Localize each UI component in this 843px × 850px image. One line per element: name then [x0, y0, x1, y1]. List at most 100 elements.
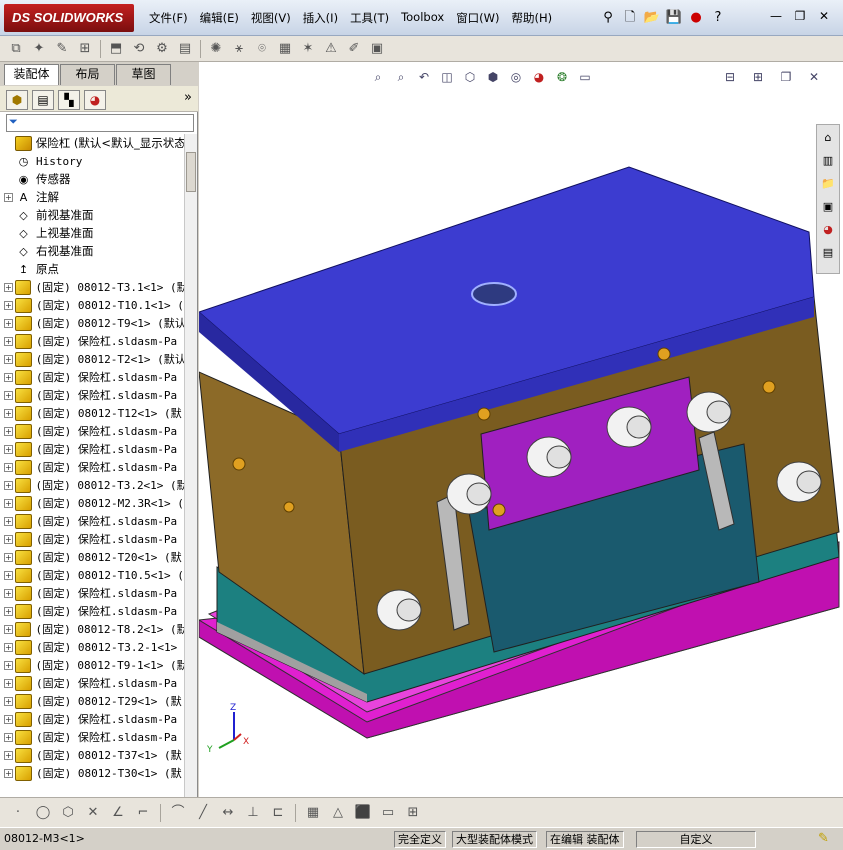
expand-icon[interactable]: +	[4, 300, 13, 310]
chevron-right-icon[interactable]: »	[184, 90, 192, 105]
tree-item[interactable]: ◇ 右视基准面	[0, 242, 184, 260]
offset-icon[interactable]: ⊏	[268, 803, 288, 823]
expand-icon[interactable]: +	[4, 192, 13, 202]
save-icon[interactable]: 💾	[664, 8, 684, 28]
menu-item-7[interactable]: 帮助(H)	[507, 9, 558, 27]
angle-icon[interactable]: ∠	[108, 803, 128, 823]
tree-item[interactable]: + (固定) 保险杠.sldasm-Pa	[0, 440, 184, 458]
smart-fastener-icon[interactable]: ⚙	[152, 39, 172, 59]
exploded-view-icon[interactable]: ✶	[298, 39, 318, 59]
menu-item-6[interactable]: 窗口(W)	[451, 9, 504, 27]
new-document-icon[interactable]: 🗋	[620, 8, 640, 28]
expand-icon[interactable]: +	[4, 750, 13, 760]
tree-item[interactable]: + (固定) 08012-T3.1<1> (默	[0, 278, 184, 296]
polygon-icon[interactable]: ⬡	[58, 803, 78, 823]
tab-1[interactable]: 布局	[60, 64, 115, 85]
mold-assembly-model[interactable]: Z Y X	[199, 62, 843, 797]
reference-geometry-icon[interactable]: ⚹	[229, 39, 249, 59]
solidworks-logo[interactable]: DS SOLIDWORKS	[4, 4, 134, 32]
expand-icon[interactable]: +	[4, 336, 13, 346]
tree-item[interactable]: + (固定) 08012-T8.2<1> (默	[0, 620, 184, 638]
tab-0[interactable]: 装配体	[4, 64, 59, 85]
instant3d-icon[interactable]: ✐	[344, 39, 364, 59]
triangle-icon[interactable]: △	[328, 803, 348, 823]
tree-item[interactable]: + (固定) 保险杠.sldasm-Pa	[0, 728, 184, 746]
tree-filter-box[interactable]: ⏷	[6, 114, 194, 132]
expand-icon[interactable]: +	[4, 732, 13, 742]
status-custom-units[interactable]: 自定义	[636, 831, 756, 848]
tree-item[interactable]: + (固定) 保险杠.sldasm-Pa	[0, 710, 184, 728]
expand-icon[interactable]: +	[4, 498, 13, 508]
expand-icon[interactable]: +	[4, 552, 13, 562]
tree-item[interactable]: + (固定) 08012-T20<1> (默	[0, 548, 184, 566]
locating-ring[interactable]	[471, 282, 517, 306]
new-part-icon[interactable]: ✦	[29, 39, 49, 59]
tree-item[interactable]: + (固定) 08012-T10.1<1> (	[0, 296, 184, 314]
relation-icon[interactable]: ⊥	[243, 803, 263, 823]
assembly-features-icon[interactable]: ✺	[206, 39, 226, 59]
mate-icon[interactable]: ⊞	[75, 39, 95, 59]
tree-item[interactable]: + (固定) 保险杠.sldasm-Pa	[0, 512, 184, 530]
expand-icon[interactable]: +	[4, 606, 13, 616]
scrollbar-thumb[interactable]	[186, 152, 196, 192]
move-component-icon[interactable]: ⟲	[129, 39, 149, 59]
configuration-manager-icon[interactable]: ▚	[58, 90, 80, 110]
rebuild-icon[interactable]: ✎	[818, 831, 829, 846]
display-manager-icon[interactable]: ◕	[84, 90, 106, 110]
tree-item[interactable]: + (固定) 保险杠.sldasm-Pa	[0, 422, 184, 440]
tree-item[interactable]: ◷ History	[0, 152, 184, 170]
appearances-icon[interactable]: ◕	[818, 220, 838, 240]
restore-icon[interactable]: ❐	[792, 8, 808, 24]
tree-item[interactable]: + (固定) 保险杠.sldasm-Pa	[0, 602, 184, 620]
tree-root[interactable]: 保险杠 (默认<默认_显示状态	[0, 134, 184, 152]
pushpin-icon[interactable]: ⚲	[598, 8, 618, 28]
tree-item[interactable]: + (固定) 08012-M2.3R<1> (	[0, 494, 184, 512]
large-assembly-icon[interactable]: ▣	[367, 39, 387, 59]
expand-icon[interactable]: +	[4, 282, 13, 292]
tree-item[interactable]: + (固定) 保险杠.sldasm-Pa	[0, 368, 184, 386]
menu-item-3[interactable]: 插入(I)	[298, 9, 343, 27]
minimize-icon[interactable]: —	[768, 8, 784, 24]
menu-item-2[interactable]: 视图(V)	[246, 9, 296, 27]
tree-item[interactable]: ◇ 前视基准面	[0, 206, 184, 224]
tree-item[interactable]: + (固定) 08012-T37<1> (默	[0, 746, 184, 764]
expand-icon[interactable]: +	[4, 768, 13, 778]
tree-item[interactable]: ↥ 原点	[0, 260, 184, 278]
table-icon[interactable]: ⊞	[403, 803, 423, 823]
expand-icon[interactable]: +	[4, 480, 13, 490]
attach-icon[interactable]: ✎	[52, 39, 72, 59]
pattern-icon[interactable]: ⬒	[106, 39, 126, 59]
menu-item-1[interactable]: 编辑(E)	[195, 9, 244, 27]
expand-icon[interactable]: +	[4, 462, 13, 472]
view-palette-icon[interactable]: ▣	[818, 197, 838, 217]
tree-item[interactable]: + (固定) 08012-T9<1> (默认	[0, 314, 184, 332]
expand-icon[interactable]: +	[4, 354, 13, 364]
tree-item[interactable]: + A 注解	[0, 188, 184, 206]
help-icon[interactable]: ?	[708, 8, 728, 28]
tree-item[interactable]: + (固定) 保险杠.sldasm-Pa	[0, 584, 184, 602]
show-hidden-icon[interactable]: ▤	[175, 39, 195, 59]
bill-of-materials-icon[interactable]: ▦	[275, 39, 295, 59]
tree-item[interactable]: + (固定) 08012-T3.2-1<1>	[0, 638, 184, 656]
open-folder-icon[interactable]: 📂	[642, 8, 662, 28]
circle-icon[interactable]: ◯	[33, 803, 53, 823]
expand-icon[interactable]: +	[4, 588, 13, 598]
menu-item-5[interactable]: Toolbox	[396, 9, 449, 27]
tree-item[interactable]: ◉ 传感器	[0, 170, 184, 188]
tree-item[interactable]: + (固定) 08012-T12<1> (默	[0, 404, 184, 422]
expand-icon[interactable]: +	[4, 426, 13, 436]
cross-icon[interactable]: ✕	[83, 803, 103, 823]
tree-item[interactable]: ◇ 上视基准面	[0, 224, 184, 242]
feature-manager-tree-icon[interactable]: ⬢	[6, 90, 28, 110]
file-explorer-icon[interactable]: 📁	[818, 174, 838, 194]
expand-icon[interactable]: +	[4, 714, 13, 724]
expand-icon[interactable]: +	[4, 516, 13, 526]
new-motion-study-icon[interactable]: ⌾	[252, 39, 272, 59]
expand-icon[interactable]: +	[4, 444, 13, 454]
line-icon[interactable]: ╱	[193, 803, 213, 823]
home-icon[interactable]: ⌂	[818, 128, 838, 148]
expand-icon[interactable]: +	[4, 696, 13, 706]
expand-icon[interactable]: +	[4, 534, 13, 544]
cube-icon[interactable]: ⬛	[353, 803, 373, 823]
property-manager-icon[interactable]: ▤	[32, 90, 54, 110]
